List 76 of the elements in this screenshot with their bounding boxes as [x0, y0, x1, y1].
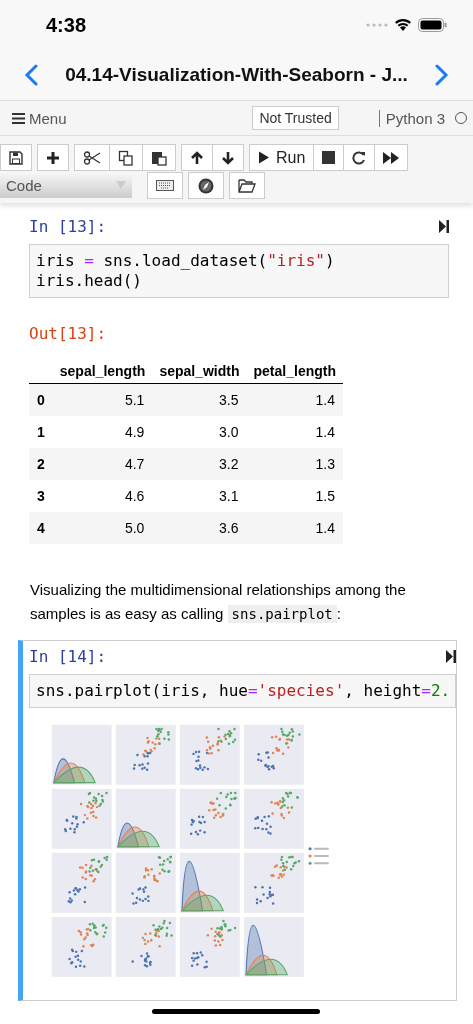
- code-cell[interactable]: In [13]: iris = sns.load_dataset("iris") iris.head() Out[13]: sepal_length sepal_width petal_length 0 5.1 3.5 1.4 1 4.9 3.0 1.4 2 4.7 3.2 1.3 3 4.6 3.1 1.5 4 5.0 3.6 1.4: [18, 211, 449, 578]
- run-button[interactable]: Run: [249, 144, 315, 171]
- arrow-up-icon: [190, 150, 204, 165]
- keyboard-icon: [156, 180, 174, 191]
- back-icon[interactable]: [24, 64, 38, 86]
- stop-icon: [322, 151, 336, 164]
- output-prompt: Out[13]:: [29, 324, 108, 343]
- row-index: 2: [29, 448, 53, 480]
- table-cell: 1.3: [246, 448, 343, 480]
- table-cell: 3.0: [152, 416, 247, 448]
- menu-button[interactable]: Menu: [12, 109, 67, 127]
- table-cell: 4.7: [52, 448, 153, 480]
- menu-icon: [12, 112, 25, 124]
- table-cell: 1.4: [246, 383, 343, 416]
- table-cell: 4.6: [52, 480, 153, 512]
- cut-button[interactable]: [74, 144, 110, 171]
- column-header: sepal_width: [152, 359, 247, 384]
- folder-icon: [238, 178, 256, 193]
- restart-button[interactable]: [343, 144, 376, 171]
- table-cell: 1.4: [246, 512, 343, 544]
- copy-icon: [118, 149, 134, 166]
- code-input[interactable]: iris = sns.load_dataset("iris") iris.head(): [29, 244, 449, 298]
- scissors-icon: [83, 150, 101, 165]
- trust-indicator[interactable]: Not Trusted: [252, 106, 339, 130]
- signal-icon: [366, 23, 388, 27]
- down-button[interactable]: [212, 144, 244, 171]
- row-index: 4: [29, 512, 53, 544]
- play-icon: [258, 151, 270, 164]
- code-line: iris.head(): [36, 271, 143, 291]
- column-header: petal_length: [246, 359, 343, 384]
- markdown-paragraph: Visualizing the multidimensional relationships among the samples is as easy as calling sns.pairplot :: [30, 580, 407, 625]
- table-cell: 5.1: [52, 383, 153, 416]
- up-button[interactable]: [181, 144, 213, 171]
- wifi-icon: [394, 18, 412, 32]
- dropdown-caret-icon: [116, 181, 126, 189]
- row-index: 1: [29, 416, 53, 448]
- compass-button[interactable]: [188, 172, 224, 199]
- copy-button[interactable]: [109, 144, 143, 171]
- forward-icon[interactable]: [435, 64, 449, 86]
- fast-forward-icon: [383, 151, 400, 164]
- code-input[interactable]: sns.pairplot(iris, hue='species', height=2.: [29, 674, 456, 708]
- compass-icon: [198, 177, 214, 194]
- save-button[interactable]: [0, 144, 32, 171]
- stop-button[interactable]: [313, 144, 345, 171]
- row-index: 0: [29, 383, 53, 416]
- battery-icon: [418, 18, 447, 32]
- run-cell-icon[interactable]: [446, 650, 456, 663]
- column-header: sepal_length: [52, 359, 153, 384]
- table-cell: 5.0: [52, 512, 153, 544]
- table-cell: 3.5: [152, 383, 247, 416]
- folder-button[interactable]: [229, 172, 265, 199]
- table-cell: 1.5: [246, 480, 343, 512]
- keyboard-button[interactable]: [147, 172, 183, 199]
- restart-icon: [352, 150, 367, 165]
- paste-button[interactable]: [142, 144, 176, 171]
- table-cell: 1.4: [246, 416, 343, 448]
- add-button[interactable]: [37, 144, 69, 171]
- code-line: sns.pairplot(iris, hue='species', height=2.: [36, 681, 449, 701]
- code-line: iris = sns.load_dataset("iris"): [36, 251, 336, 271]
- plus-icon: [46, 150, 60, 165]
- table-cell: 4.9: [52, 416, 153, 448]
- cell-type-dropdown[interactable]: Code: [0, 172, 132, 198]
- arrow-down-icon: [221, 150, 235, 165]
- table-cell: 3.6: [152, 512, 247, 544]
- kernel-name: Python 3: [378, 109, 445, 127]
- paste-icon: [151, 149, 167, 166]
- run-cell-icon[interactable]: [439, 220, 449, 233]
- status-time: 4:38: [46, 13, 87, 37]
- fastforward-button[interactable]: [374, 144, 409, 171]
- page-title: 04.14-Visualization-With-Seaborn - J...: [65, 64, 408, 86]
- table-cell: 3.1: [152, 480, 247, 512]
- code-cell[interactable]: In [14]: sns.pairplot(iris, hue='species', height=2.: [18, 640, 457, 1001]
- row-index: 3: [29, 480, 53, 512]
- input-prompt: In [14]:: [29, 647, 107, 666]
- table-cell: 3.2: [152, 448, 247, 480]
- input-prompt: In [13]:: [29, 217, 107, 236]
